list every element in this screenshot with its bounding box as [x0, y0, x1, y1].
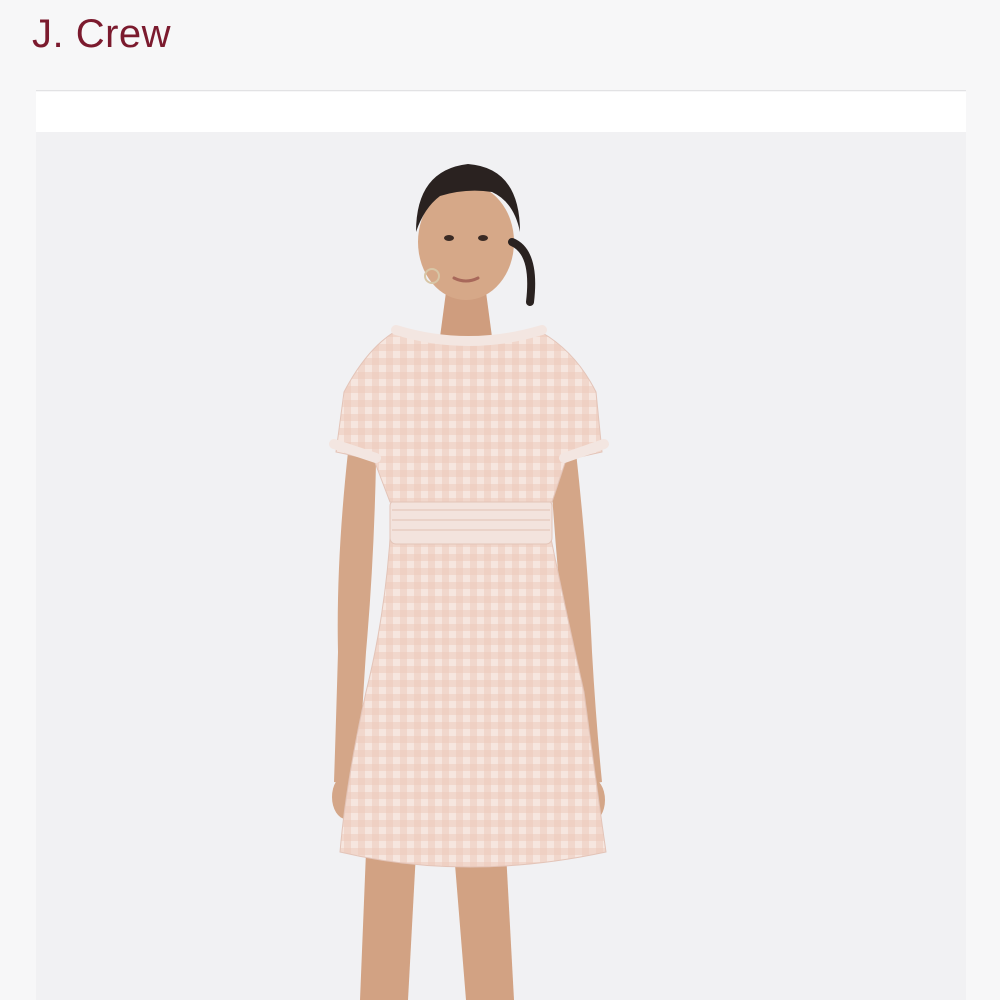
- ponytail: [508, 238, 536, 306]
- dress-smocked-waist: [389, 499, 553, 545]
- brand-logo-text[interactable]: J. Crew: [32, 12, 171, 57]
- legs: [360, 852, 514, 1000]
- header-divider: [36, 90, 966, 91]
- model-wearing-dress-illustration: [329, 164, 609, 1000]
- product-image[interactable]: [36, 92, 966, 1000]
- app-header: J. Crew: [0, 0, 1000, 90]
